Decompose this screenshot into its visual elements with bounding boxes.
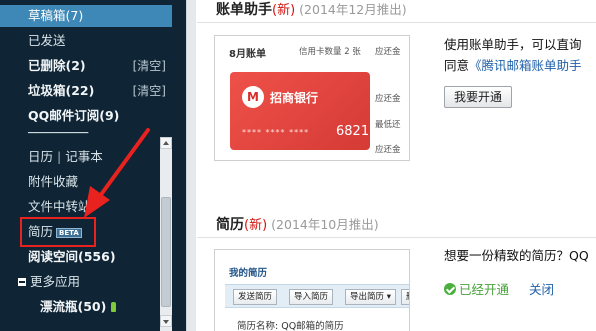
agreement-prefix: 同意 (444, 58, 470, 73)
resume-description: 想要一份精致的简历？QQ (444, 248, 589, 263)
sidebar-item-spam[interactable]: 垃圾箱(22) [清空] (0, 80, 172, 102)
sidebar-item-file-transfer[interactable]: 文件中转站 (0, 196, 172, 218)
agreement-line: 同意《腾讯邮箱账单助手 (444, 55, 582, 76)
amount-due-label: 应还金 (375, 145, 401, 155)
card-count-label: 信用卡数量 2 张 (299, 47, 361, 57)
sidebar-item-drift-bottle[interactable]: 漂流瓶(50) (0, 296, 172, 318)
sidebar-scrollbar[interactable] (160, 137, 172, 331)
sidebar-item-count: (7) (65, 8, 84, 23)
sidebar-item-attachments[interactable]: 附件收藏 (0, 171, 172, 193)
sidebar-item-drafts[interactable]: 草稿箱(7) (0, 5, 172, 27)
sidebar-item-deleted[interactable]: 已删除(2) [清空] (0, 55, 172, 77)
sidebar-item-qq-subscription[interactable]: QQ邮件订阅(9) (0, 105, 172, 127)
release-date: (2014年10月推出) (271, 217, 379, 232)
resume-toolbar: 发送简历 导入简历 导出简历 ▾ 删 (225, 284, 409, 308)
sidebar-item-label: QQ邮件订阅 (28, 108, 100, 123)
sidebar-item-label: 更多应用 (30, 274, 81, 289)
sidebar-item-label: 阅读空间 (28, 249, 79, 264)
sidebar-item-label: 垃圾箱 (28, 83, 66, 98)
my-resume-title: 我的简历 (229, 268, 268, 279)
bank-logo-icon: M (242, 86, 264, 108)
check-icon (444, 283, 456, 295)
minimum-payment-label: 最低还 (375, 120, 401, 130)
sidebar-item-label: 文件中转站 (28, 199, 91, 214)
sidebar-item-partial-hidden: ──────── (28, 129, 89, 137)
sidebar-item-count: (9) (99, 108, 120, 123)
close-link[interactable]: 关闭 (529, 279, 554, 298)
card-number-mask: **** **** **** (242, 128, 310, 137)
sidebar-item-label: 附件收藏 (28, 174, 79, 189)
agreement-link[interactable]: 《腾讯邮箱账单助手 (469, 58, 582, 73)
scroll-down-icon[interactable] (160, 315, 172, 327)
new-tag: (新) (244, 218, 268, 233)
bottle-icon (111, 302, 117, 312)
sidebar-item-count: (50) (77, 299, 107, 314)
description-text: 使用账单助手，可以直询 (444, 37, 582, 52)
divider (197, 22, 596, 23)
sidebar-item-sent[interactable]: 已发送 (0, 30, 172, 52)
bill-preview-header: 8月账单 信用卡数量 2 张 应还金 (215, 36, 409, 66)
sidebar-item-label: 已发送 (28, 33, 66, 48)
calendar-link[interactable]: 日历 (28, 149, 53, 164)
import-resume-button: 导入简历 (289, 289, 334, 305)
main-scrollbar-track[interactable] (186, 0, 196, 331)
enable-bill-assistant-button[interactable]: 我要开通 (444, 86, 513, 108)
sidebar-item-count: (22) (65, 83, 95, 98)
sidebar-group-more-apps[interactable]: 更多应用 (0, 271, 172, 293)
bank-name: 招商银行 (270, 91, 319, 105)
new-tag: (新) (272, 3, 296, 18)
resume-preview: 我的简历 发送简历 导入简历 导出简历 ▾ 删 简历名称: QQ邮箱的简历 (214, 249, 410, 331)
amount-due-label: 应还金 (375, 47, 401, 57)
separator: | (57, 149, 62, 164)
scrollbar-thumb[interactable] (161, 197, 171, 307)
sidebar-item-count: (556) (78, 249, 116, 264)
sidebar: 草稿箱(7) 已发送 已删除(2) [清空] 垃圾箱(22) [清空] QQ邮件… (0, 0, 186, 331)
card-last-digits: 6821 (336, 124, 370, 139)
section-title-resume: 简历(新) (2014年10月推出) (216, 214, 379, 234)
sidebar-item-resume[interactable]: 简历 BETA (0, 221, 172, 243)
empty-trash-link[interactable]: [清空] (133, 55, 166, 77)
sidebar-item-label: 简历 (28, 224, 54, 239)
amount-due-label: 应还金 (375, 94, 401, 104)
section-title-bill-assistant: 账单助手(新) (2014年12月推出) (216, 0, 407, 19)
bill-assistant-preview: 8月账单 信用卡数量 2 张 应还金 M 招商银行 **** **** ****… (214, 35, 410, 161)
delete-resume-button: 删 (401, 289, 409, 305)
bank-card-image: M 招商银行 **** **** **** 6821 (230, 72, 370, 150)
empty-spam-link[interactable]: [清空] (133, 80, 166, 102)
beta-badge: BETA (56, 228, 82, 238)
send-resume-button: 发送简历 (233, 289, 278, 305)
sidebar-item-count: (2) (65, 58, 86, 73)
release-date: (2014年12月推出) (299, 2, 407, 17)
collapse-icon[interactable] (18, 278, 26, 286)
sidebar-item-label: 已删除 (28, 58, 66, 73)
sidebar-item-label: 草稿箱 (28, 8, 66, 23)
export-resume-button: 导出简历 ▾ (345, 289, 396, 305)
resume-name: 简历名称: QQ邮箱的简历 (237, 321, 344, 331)
sidebar-item-reading-space[interactable]: 阅读空间(556) (0, 246, 172, 268)
app-center: 账单助手(新) (2014年12月推出) 8月账单 信用卡数量 2 张 应还金 M… (197, 0, 596, 331)
bill-month-title: 8月账单 (229, 49, 266, 60)
section-title-text: 账单助手 (216, 2, 272, 18)
sidebar-item-calendar-notes[interactable]: 日历 | 记事本 (0, 146, 172, 168)
scroll-up-icon[interactable] (160, 137, 172, 149)
sidebar-item-label: 漂流瓶 (40, 299, 78, 314)
divider (197, 237, 596, 238)
bill-assistant-description: 使用账单助手，可以直询 同意《腾讯邮箱账单助手 (444, 34, 582, 76)
section-title-text: 简历 (216, 217, 244, 233)
notes-link[interactable]: 记事本 (65, 149, 103, 164)
status-enabled-text: 已经开通 (459, 282, 510, 297)
